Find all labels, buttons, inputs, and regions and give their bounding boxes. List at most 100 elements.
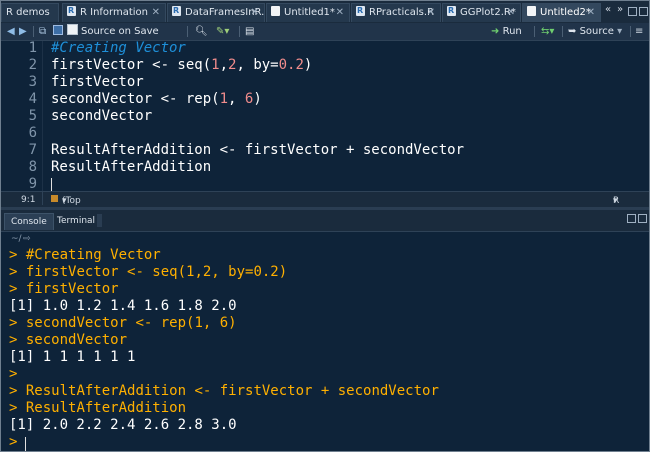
rerun-icon[interactable]: ⇆▾	[541, 24, 554, 39]
tab-rpracticals[interactable]: RPracticals.R ✕	[351, 3, 441, 22]
tab-label: RPracticals.R	[369, 7, 434, 18]
outline-menu-icon[interactable]: ≡	[635, 24, 643, 39]
status-divider	[42, 192, 43, 205]
tab-scroll-left-icon[interactable]: «	[605, 4, 611, 15]
working-directory-label: ~/	[11, 234, 22, 244]
code-token: ,	[219, 57, 229, 73]
search-icon[interactable]: 🔍︎	[195, 24, 208, 39]
console-command: ResultAfterAddition	[25, 400, 187, 416]
code-line: secondVector <- rep(1, 6)	[51, 91, 262, 108]
console-command: firstVector <- seq(1,2, by=0.2)	[25, 264, 288, 280]
tab-untitled1[interactable]: Untitled1* ✕	[266, 3, 350, 22]
save-icon	[53, 25, 63, 35]
save-button[interactable]	[53, 24, 63, 39]
cursor-position: 9:1	[21, 195, 36, 205]
code-token: , by=	[236, 57, 279, 73]
r-file-icon	[172, 4, 181, 20]
line-number: 5	[28, 108, 37, 124]
editor-toolbar: ◀ ▶ ⧉ Source on Save 🔍︎ ✎▾ ▤ ➜ Run ⇆▾ ➥ …	[1, 23, 649, 41]
code-editor[interactable]: 1 2 3 4 5 6 7 8 9 #Creating Vector first…	[1, 40, 649, 193]
close-icon[interactable]: ✕	[251, 4, 259, 22]
close-icon[interactable]: ✕	[336, 4, 344, 22]
tab-label: R demos	[6, 7, 50, 18]
tab-terminal[interactable]: Terminal	[51, 213, 101, 230]
console-prompt: >	[9, 434, 18, 450]
toolbar-separator	[187, 26, 188, 37]
toolbar-separator	[534, 26, 535, 37]
tab-untitled2[interactable]: Untitled2* ✕	[522, 3, 601, 22]
close-icon[interactable]: ✕	[587, 4, 595, 22]
console-output-line: [1] 1 1 1 1 1 1	[9, 349, 136, 365]
tab-r-information[interactable]: R Information ✕	[62, 3, 166, 22]
back-arrow-icon[interactable]: ◀	[7, 24, 15, 39]
run-arrow-icon: ➜	[491, 26, 500, 37]
code-token: firstVector <- seq(	[51, 57, 212, 73]
tab-dataframes[interactable]: DataFramesInR.R ✕	[167, 3, 265, 22]
console-tab-bar: Console Terminal	[1, 210, 649, 232]
console-output[interactable]: > #Creating Vector > firstVector <- seq(…	[1, 247, 649, 451]
line-number: 3	[28, 74, 37, 90]
tab-ggplot2[interactable]: GGPlot2.R* ✕	[442, 3, 521, 22]
show-in-window-icon[interactable]: ⧉	[39, 24, 46, 39]
file-icon	[271, 6, 280, 16]
code-token: secondVector <- rep(	[51, 91, 220, 107]
tab-label: Terminal	[57, 216, 96, 226]
tab-console[interactable]: Console	[4, 213, 54, 230]
scope-indicator[interactable]: (Top Level) ▾	[51, 193, 89, 220]
toolbar-separator	[33, 26, 34, 37]
chevron-down-icon: ▾	[62, 196, 67, 206]
line-number: 4	[28, 91, 37, 107]
toolbar-separator	[239, 26, 240, 37]
compile-report-icon[interactable]: ▤	[245, 24, 254, 39]
source-button[interactable]: ➥ Source ▾	[568, 24, 622, 39]
tab-bar-divider	[97, 214, 102, 227]
console-working-directory: ~/ ⇨	[1, 232, 649, 246]
source-arrow-icon: ➥	[568, 26, 577, 37]
console-prompt: >	[9, 400, 18, 416]
numeric-literal: 1	[219, 91, 229, 107]
console-output-line: [1] 2.0 2.2 2.4 2.6 2.8 3.0	[9, 417, 237, 433]
console-prompt: >	[9, 315, 18, 331]
console-command: ResultAfterAddition <- firstVector + sec…	[25, 383, 439, 399]
numeric-literal: 1	[211, 57, 220, 73]
file-icon	[527, 6, 536, 16]
toolbar-separator	[630, 26, 631, 37]
close-icon[interactable]: ✕	[507, 4, 515, 22]
code-line: ResultAfterAddition	[51, 159, 212, 175]
console-prompt: >	[9, 383, 18, 399]
run-label: Run	[502, 26, 522, 37]
console-output-line: [1] 1.0 1.2 1.4 1.6 1.8 2.0	[9, 298, 237, 314]
code-line: firstVector <- seq(1,2, by=0.2)	[51, 57, 312, 74]
console-prompt: >	[9, 366, 18, 382]
run-button[interactable]: ➜ Run	[491, 24, 522, 39]
source-on-save-checkbox[interactable]: Source on Save	[67, 24, 159, 39]
rstudio-window: R demos R Information ✕ DataFramesInR.R …	[0, 0, 650, 452]
tab-label: R Information	[80, 7, 149, 18]
code-line: secondVector	[51, 108, 153, 124]
console-prompt: >	[9, 264, 18, 280]
forward-arrow-icon[interactable]: ▶	[19, 24, 27, 39]
code-tools-wand-icon[interactable]: ✎▾	[216, 24, 229, 39]
source-label: Source	[579, 26, 614, 37]
toolbar-separator	[562, 26, 563, 37]
line-number: 7	[28, 142, 37, 158]
line-number: 6	[28, 125, 37, 141]
go-to-directory-icon[interactable]: ⇨	[23, 232, 31, 246]
minimize-pane-icon[interactable]	[628, 7, 637, 16]
chevron-down-icon: ▾	[617, 26, 623, 37]
code-line: firstVector	[51, 74, 144, 90]
code-line: ResultAfterAddition <- firstVector + sec…	[51, 142, 465, 158]
maximize-pane-icon[interactable]	[639, 7, 648, 16]
tab-scroll-right-icon[interactable]: »	[617, 4, 623, 15]
numeric-literal: 0.2	[278, 57, 304, 73]
close-icon[interactable]: ✕	[152, 4, 160, 22]
console-command: secondVector	[25, 332, 128, 348]
maximize-pane-icon[interactable]	[638, 214, 647, 223]
console-command: firstVector	[25, 281, 119, 297]
tab-label: Untitled2*	[540, 7, 591, 18]
r-file-icon	[447, 4, 456, 20]
tab-r-demos[interactable]: R demos	[1, 3, 59, 22]
console-command: #Creating Vector	[25, 247, 161, 263]
minimize-pane-icon[interactable]	[627, 214, 636, 223]
close-icon[interactable]: ✕	[427, 4, 435, 22]
